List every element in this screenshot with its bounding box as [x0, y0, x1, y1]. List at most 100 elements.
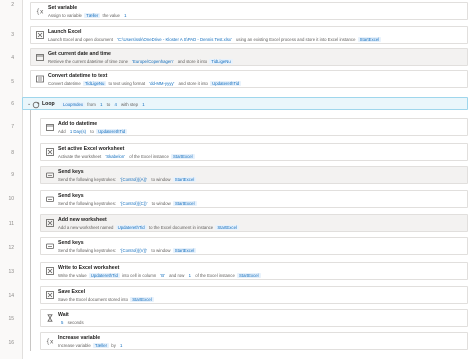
action-description: Write the value UpdaterethTid into cell … [58, 273, 463, 278]
variable-token: UpdaterethTid [115, 225, 147, 230]
action-description: LoopIndex from 1 to 4 with step 1 [60, 101, 148, 107]
variable-token: StartExcel [172, 248, 197, 253]
loop-indent-line [30, 106, 31, 351]
action-title: Wait [58, 312, 69, 318]
keyboard-icon [46, 242, 54, 250]
variable-token: Tæller [84, 13, 101, 18]
action-card[interactable]: {x} Set variable Assign to variable Tæller… [30, 2, 468, 20]
line-number: 12 [8, 245, 14, 251]
description-text: Activate the worksheet [58, 154, 103, 159]
line-number: 8 [11, 150, 14, 156]
action-description: Save the Excel document stored into Star… [58, 297, 463, 302]
description-text: to window [150, 248, 172, 253]
variable-token: StartExcel [130, 297, 154, 302]
line-number: 15 [8, 316, 14, 322]
description-text: Increase variable [58, 343, 92, 348]
value-token: '{Control}({A})' [120, 177, 148, 182]
action-title: Set active Excel worksheet [58, 146, 125, 152]
calendar-icon [36, 53, 44, 61]
value-token: 1 [100, 101, 103, 107]
action-title: Write to Excel worksheet [58, 265, 120, 271]
action-title: Add to datetime [58, 121, 98, 127]
variable-token: TidLigeNu [82, 81, 107, 86]
action-description: Send the following keystrokes: '{Control… [58, 201, 463, 206]
description-text: by [110, 343, 118, 348]
variable-icon: {x} [36, 7, 44, 16]
action-card[interactable]: Add new worksheet Add a new worksheet nam… [40, 214, 468, 232]
text-icon [36, 75, 44, 83]
action-card[interactable]: Get current date and time Retrieve the cu… [30, 48, 468, 66]
description-text: to window [150, 177, 172, 182]
line-number: 2 [11, 2, 14, 8]
action-description: Increase variable Tæller by 1 [58, 343, 463, 348]
description-text: with step [119, 101, 140, 107]
variable-token: StartExcel [172, 201, 197, 206]
excel-icon [36, 31, 44, 39]
action-card[interactable]: Wait 5 seconds [40, 309, 468, 327]
action-card[interactable]: Add to datetime Add 1 Day(s) to Updateret… [40, 118, 468, 136]
svg-text:{x}: {x} [46, 339, 54, 346]
description-text: from [86, 101, 98, 107]
action-title: Increase variable [58, 335, 101, 341]
svg-text:{x}: {x} [36, 9, 44, 16]
action-card[interactable]: Convert datetime to text Convert datetime… [30, 70, 468, 88]
line-number: 3 [11, 32, 14, 38]
variable-token: StartExcel [237, 273, 261, 278]
line-number: 7 [11, 124, 14, 130]
action-description: Add a new worksheet named UpdaterethTid … [58, 225, 463, 230]
value-token: 'Skabelon' [105, 154, 125, 159]
action-description: Send the following keystrokes: '{Control… [58, 248, 463, 253]
action-card[interactable]: Send keys Send the following keystrokes: … [40, 166, 468, 184]
excel-icon [46, 267, 54, 275]
description-text: Assign to variable [48, 13, 84, 18]
action-card[interactable]: Send keys Send the following keystrokes: … [40, 190, 468, 208]
description-text: and store it into [177, 81, 210, 86]
action-title: Launch Excel [48, 29, 82, 35]
action-card[interactable]: Send keys Send the following keystrokes: … [40, 237, 468, 255]
value-token: 1 [142, 101, 145, 107]
loop-action-card[interactable]: ⌄ Loop LoopIndex from 1 to 4 with step 1 [22, 97, 468, 110]
action-title: Save Excel [58, 289, 86, 295]
action-title: Get current date and time [48, 51, 111, 57]
description-text: to the Excel document in instance [147, 225, 215, 230]
action-card[interactable]: Set active Excel worksheet Activate the w… [40, 143, 468, 161]
line-number: 16 [8, 340, 14, 346]
action-description: Retrieve the current datetime of time zo… [48, 59, 463, 64]
variable-token: TidLigeNu [209, 59, 233, 64]
action-card[interactable]: Save Excel Save the Excel document stored… [40, 286, 468, 304]
line-number: 5 [11, 79, 14, 85]
description-text: Add [58, 129, 67, 134]
line-number: 6 [11, 101, 14, 107]
action-card[interactable]: Launch Excel Launch Excel and open docume… [30, 26, 468, 44]
action-card[interactable]: Write to Excel worksheet Write the value … [40, 262, 468, 280]
variable-token: StartExcel [171, 154, 195, 159]
value-token: 1 [120, 343, 123, 348]
keyboard-icon [46, 171, 54, 179]
description-text: into cell in column [120, 273, 158, 278]
action-title: Send keys [58, 169, 84, 175]
description-text: Write the value [58, 273, 88, 278]
value-token: 'B' [160, 273, 165, 278]
excel-icon [46, 219, 54, 227]
value-token: 'dd-MM-yyyy' [149, 81, 175, 86]
variable-token: Tæller [92, 343, 110, 348]
description-text: the value [101, 13, 122, 18]
description-text: Save the Excel document stored into [58, 297, 130, 302]
action-description: Send the following keystrokes: '{Control… [58, 177, 463, 182]
description-text: Retrieve the current datetime of time zo… [48, 59, 130, 64]
value-token: 'Europe/Copenhagen' [132, 59, 174, 64]
variable-token: UpdaterethTid [210, 81, 242, 86]
description-text: and row [167, 273, 186, 278]
variable-token: LoopIndex [61, 101, 86, 107]
value-token: '{Control}({C})' [120, 201, 148, 206]
value-token: '{Control}({V})' [120, 248, 148, 253]
line-number: 13 [8, 269, 14, 275]
action-card[interactable]: {x}Increase variableIncrease variable Tæ… [40, 332, 468, 350]
value-token: 5 [61, 320, 64, 325]
action-title: Set variable [48, 5, 78, 11]
line-number: 9 [11, 172, 14, 178]
loop-icon [32, 101, 40, 109]
description-text: Launch Excel and open document [48, 37, 115, 42]
chevron-down-icon[interactable]: ⌄ [27, 101, 31, 107]
value-token: 1 Day(s) [69, 129, 87, 134]
